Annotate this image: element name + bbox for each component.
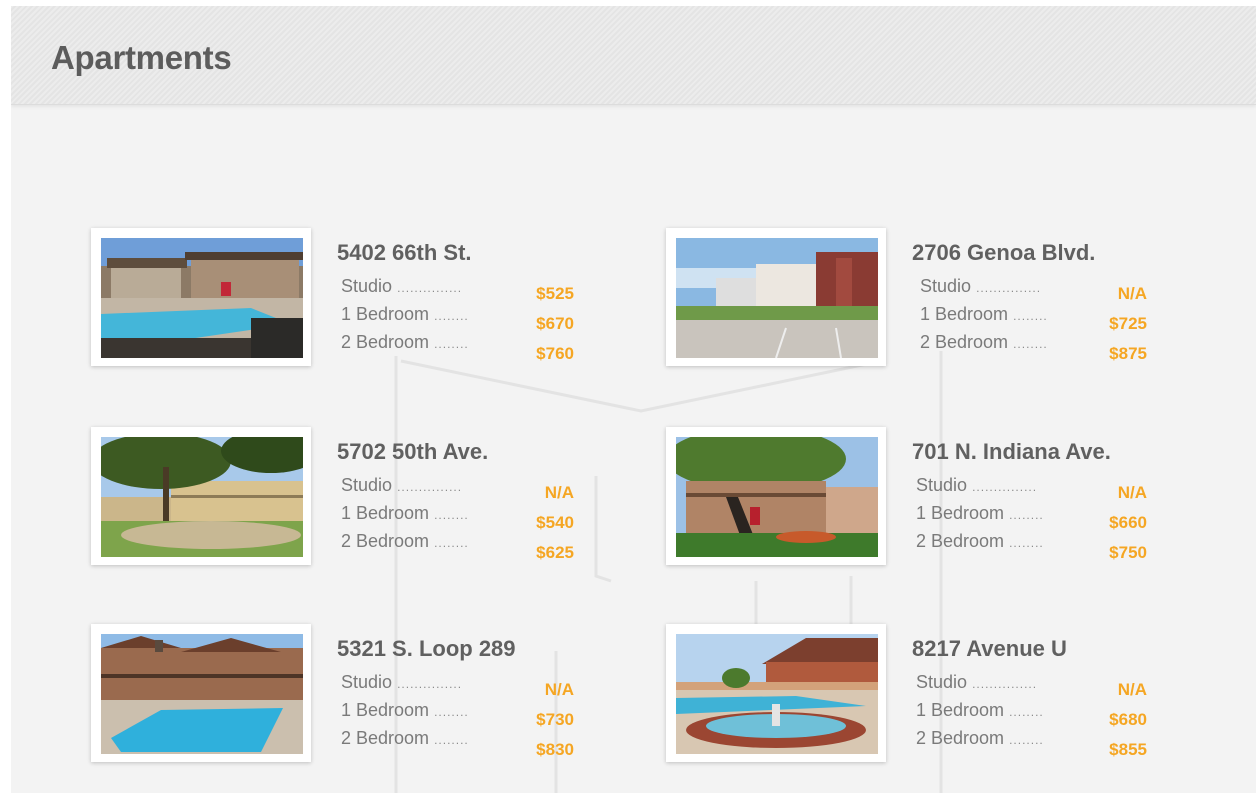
apartments-panel: Apartments 5402 66th St. Studio ........… <box>11 6 1256 793</box>
unit-row-2-bedroom: 2 Bedroom ........ <box>341 332 469 352</box>
unit-row-1-bedroom: 1 Bedroom ........ <box>916 700 1044 720</box>
price-2-bedroom: $830 <box>536 740 574 759</box>
price-2-bedroom: $875 <box>1109 344 1147 363</box>
listing-address[interactable]: 5321 S. Loop 289 <box>337 636 516 662</box>
apartment-parking-lot-photo[interactable] <box>666 228 886 366</box>
price-studio: N/A <box>1117 483 1147 502</box>
apartment-pool-image <box>101 634 303 754</box>
price-studio: N/A <box>1117 680 1147 699</box>
apartment-pool-photo[interactable] <box>91 228 311 366</box>
price-1-bedroom: $670 <box>536 314 574 333</box>
listing-card[interactable]: 8217 Avenue U Studio ............... 1 B… <box>666 624 1186 764</box>
price-studio: N/A <box>1117 284 1147 303</box>
unit-row-2-bedroom: 2 Bedroom ........ <box>341 531 469 551</box>
listing-card[interactable]: 2706 Genoa Blvd. Studio ............... … <box>666 228 1186 368</box>
listing-address[interactable]: 5702 50th Ave. <box>337 439 488 465</box>
listing-address[interactable]: 701 N. Indiana Ave. <box>912 439 1111 465</box>
price-1-bedroom: $725 <box>1109 314 1147 333</box>
unit-row-studio: Studio ............... <box>920 276 1042 296</box>
unit-row-1-bedroom: 1 Bedroom ........ <box>920 304 1048 324</box>
apartment-staircase-photo[interactable] <box>666 427 886 565</box>
listing-address[interactable]: 5402 66th St. <box>337 240 472 266</box>
page-header: Apartments <box>11 6 1256 105</box>
price-2-bedroom: $625 <box>536 543 574 562</box>
price-studio: N/A <box>544 680 574 699</box>
price-2-bedroom: $855 <box>1109 740 1147 759</box>
unit-row-2-bedroom: 2 Bedroom ........ <box>341 728 469 748</box>
unit-row-studio: Studio ............... <box>916 672 1038 692</box>
listing-card[interactable]: 5321 S. Loop 289 Studio ............... … <box>91 624 611 764</box>
price-1-bedroom: $660 <box>1109 513 1147 532</box>
apartment-fountain-image <box>676 634 878 754</box>
apartment-courtyard-tree-photo[interactable] <box>91 427 311 565</box>
apartment-staircase-image <box>676 437 878 557</box>
price-2-bedroom: $750 <box>1109 543 1147 562</box>
unit-row-studio: Studio ............... <box>341 276 463 296</box>
apartment-fountain-photo[interactable] <box>666 624 886 762</box>
unit-row-1-bedroom: 1 Bedroom ........ <box>341 503 469 523</box>
unit-row-studio: Studio ............... <box>341 672 463 692</box>
unit-row-2-bedroom: 2 Bedroom ........ <box>920 332 1048 352</box>
listing-card[interactable]: 701 N. Indiana Ave. Studio .............… <box>666 427 1186 567</box>
price-studio: $525 <box>536 284 574 303</box>
unit-row-2-bedroom: 2 Bedroom ........ <box>916 728 1044 748</box>
page-title: Apartments <box>51 39 232 76</box>
price-1-bedroom: $680 <box>1109 710 1147 729</box>
unit-row-1-bedroom: 1 Bedroom ........ <box>341 304 469 324</box>
listing-card[interactable]: 5702 50th Ave. Studio ............... 1 … <box>91 427 611 567</box>
price-2-bedroom: $760 <box>536 344 574 363</box>
apartment-courtyard-tree-image <box>101 437 303 557</box>
price-1-bedroom: $730 <box>536 710 574 729</box>
listing-address[interactable]: 2706 Genoa Blvd. <box>912 240 1095 266</box>
listing-address[interactable]: 8217 Avenue U <box>912 636 1067 662</box>
unit-row-studio: Studio ............... <box>916 475 1038 495</box>
unit-row-1-bedroom: 1 Bedroom ........ <box>341 700 469 720</box>
price-studio: N/A <box>544 483 574 502</box>
price-1-bedroom: $540 <box>536 513 574 532</box>
listing-card[interactable]: 5402 66th St. Studio ............... 1 B… <box>91 228 611 368</box>
apartment-pool-photo[interactable] <box>91 624 311 762</box>
unit-row-2-bedroom: 2 Bedroom ........ <box>916 531 1044 551</box>
unit-row-1-bedroom: 1 Bedroom ........ <box>916 503 1044 523</box>
unit-row-studio: Studio ............... <box>341 475 463 495</box>
apartment-pool-image <box>101 238 303 358</box>
apartment-parking-lot-image <box>676 238 878 358</box>
